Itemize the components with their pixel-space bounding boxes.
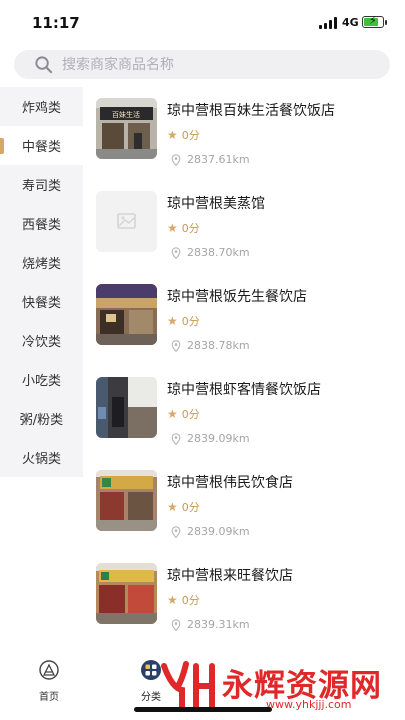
shop-distance: 2839.31km (171, 618, 250, 631)
shop-photo (96, 470, 157, 531)
network-type: 4G (342, 16, 359, 29)
watermark-url: www.yhkjjj.com (266, 698, 352, 711)
shop-distance: 2839.09km (171, 525, 250, 538)
sidebar-item-snacks[interactable]: 小吃类 (0, 360, 83, 399)
shop-rating: ★ 0分 (167, 127, 200, 143)
sidebar-item-cold-drinks[interactable]: 冷饮类 (0, 321, 83, 360)
shop-list: 百妹生活 琼中营根百妹生活餐饮饭店 ★ 0分 2837.61km 琼中营根美蒸馆 … (83, 87, 405, 637)
watermark-logo-icon (161, 661, 215, 711)
shop-name: 琼中营根来旺餐饮店 (167, 568, 293, 584)
shop-name: 琼中营根饭先生餐饮店 (167, 289, 307, 305)
shop-rating: ★ 0分 (167, 313, 200, 329)
status-bar: 11:17 4G ⚡ (0, 0, 405, 44)
shop-name: 琼中营根百妹生活餐饮饭店 (167, 103, 335, 119)
shop-card[interactable]: 琼中营根饭先生餐饮店 ★ 0分 2838.78km (83, 273, 405, 366)
shop-distance: 2839.09km (171, 432, 250, 445)
distance-value: 2839.09km (187, 432, 250, 445)
shop-distance: 2837.61km (171, 153, 250, 166)
star-icon: ★ (167, 221, 178, 235)
sidebar-item-sushi[interactable]: 寿司类 (0, 165, 83, 204)
shop-photo-placeholder (96, 191, 157, 252)
shop-rating: ★ 0分 (167, 592, 200, 608)
sidebar-item-chinese[interactable]: 中餐类 (0, 126, 83, 165)
rating-value: 0分 (181, 408, 200, 421)
tab-home[interactable]: 首页 (19, 659, 79, 703)
star-icon: ★ (167, 128, 178, 142)
sidebar-item-hotpot[interactable]: 火锅类 (0, 438, 83, 477)
shop-photo: 百妹生活 (96, 98, 157, 159)
category-sidebar: 炸鸡类 中餐类 寿司类 西餐类 烧烤类 快餐类 冷饮类 小吃类 粥/粉类 火锅类 (0, 87, 83, 477)
star-icon: ★ (167, 593, 178, 607)
sidebar-item-western[interactable]: 西餐类 (0, 204, 83, 243)
distance-value: 2839.09km (187, 525, 250, 538)
shop-distance: 2838.70km (171, 246, 250, 259)
shop-rating: ★ 0分 (167, 220, 200, 236)
category-icon (141, 660, 161, 680)
shop-card[interactable]: 琼中营根来旺餐饮店 ★ 0分 2839.31km (83, 552, 405, 637)
home-indicator (134, 707, 272, 712)
location-pin-icon (171, 339, 181, 352)
distance-value: 2837.61km (187, 153, 250, 166)
sidebar-item-fried-chicken[interactable]: 炸鸡类 (0, 87, 83, 126)
shop-rating: ★ 0分 (167, 499, 200, 515)
location-pin-icon (171, 246, 181, 259)
shop-distance: 2838.78km (171, 339, 250, 352)
shop-name: 琼中营根美蒸馆 (167, 196, 265, 212)
shop-photo (96, 377, 157, 438)
sidebar-item-porridge-noodles[interactable]: 粥/粉类 (0, 399, 83, 438)
status-time: 11:17 (32, 14, 80, 32)
rating-value: 0分 (181, 222, 200, 235)
distance-value: 2839.31km (187, 618, 250, 631)
shop-card[interactable]: 琼中营根虾客情餐饮饭店 ★ 0分 2839.09km (83, 366, 405, 459)
battery-icon: ⚡ (362, 14, 384, 28)
rating-value: 0分 (181, 315, 200, 328)
search-bar[interactable] (14, 50, 390, 79)
search-input[interactable] (62, 50, 372, 79)
star-icon: ★ (167, 407, 178, 421)
location-pin-icon (171, 432, 181, 445)
rating-value: 0分 (181, 594, 200, 607)
rating-value: 0分 (181, 501, 200, 514)
battery-tip (385, 20, 387, 25)
distance-value: 2838.70km (187, 246, 250, 259)
shop-name: 琼中营根虾客情餐饮饭店 (167, 382, 321, 398)
star-icon: ★ (167, 500, 178, 514)
shop-card[interactable]: 琼中营根美蒸馆 ★ 0分 2838.70km (83, 180, 405, 273)
shop-photo (96, 563, 157, 624)
search-icon (35, 56, 53, 74)
signal-icon (319, 17, 339, 29)
shop-card[interactable]: 百妹生活 琼中营根百妹生活餐饮饭店 ★ 0分 2837.61km (83, 87, 405, 180)
shop-card[interactable]: 琼中营根伟民饮食店 ★ 0分 2839.09km (83, 459, 405, 552)
svg-text:百妹生活: 百妹生活 (112, 110, 140, 119)
location-pin-icon (171, 618, 181, 631)
home-icon (39, 660, 59, 680)
sidebar-item-fast-food[interactable]: 快餐类 (0, 282, 83, 321)
tab-home-label: 首页 (39, 692, 59, 703)
location-pin-icon (171, 525, 181, 538)
sidebar-item-bbq[interactable]: 烧烤类 (0, 243, 83, 282)
location-pin-icon (171, 153, 181, 166)
shop-photo (96, 284, 157, 345)
shop-rating: ★ 0分 (167, 406, 200, 422)
star-icon: ★ (167, 314, 178, 328)
shop-name: 琼中营根伟民饮食店 (167, 475, 293, 491)
rating-value: 0分 (181, 129, 200, 142)
distance-value: 2838.78km (187, 339, 250, 352)
